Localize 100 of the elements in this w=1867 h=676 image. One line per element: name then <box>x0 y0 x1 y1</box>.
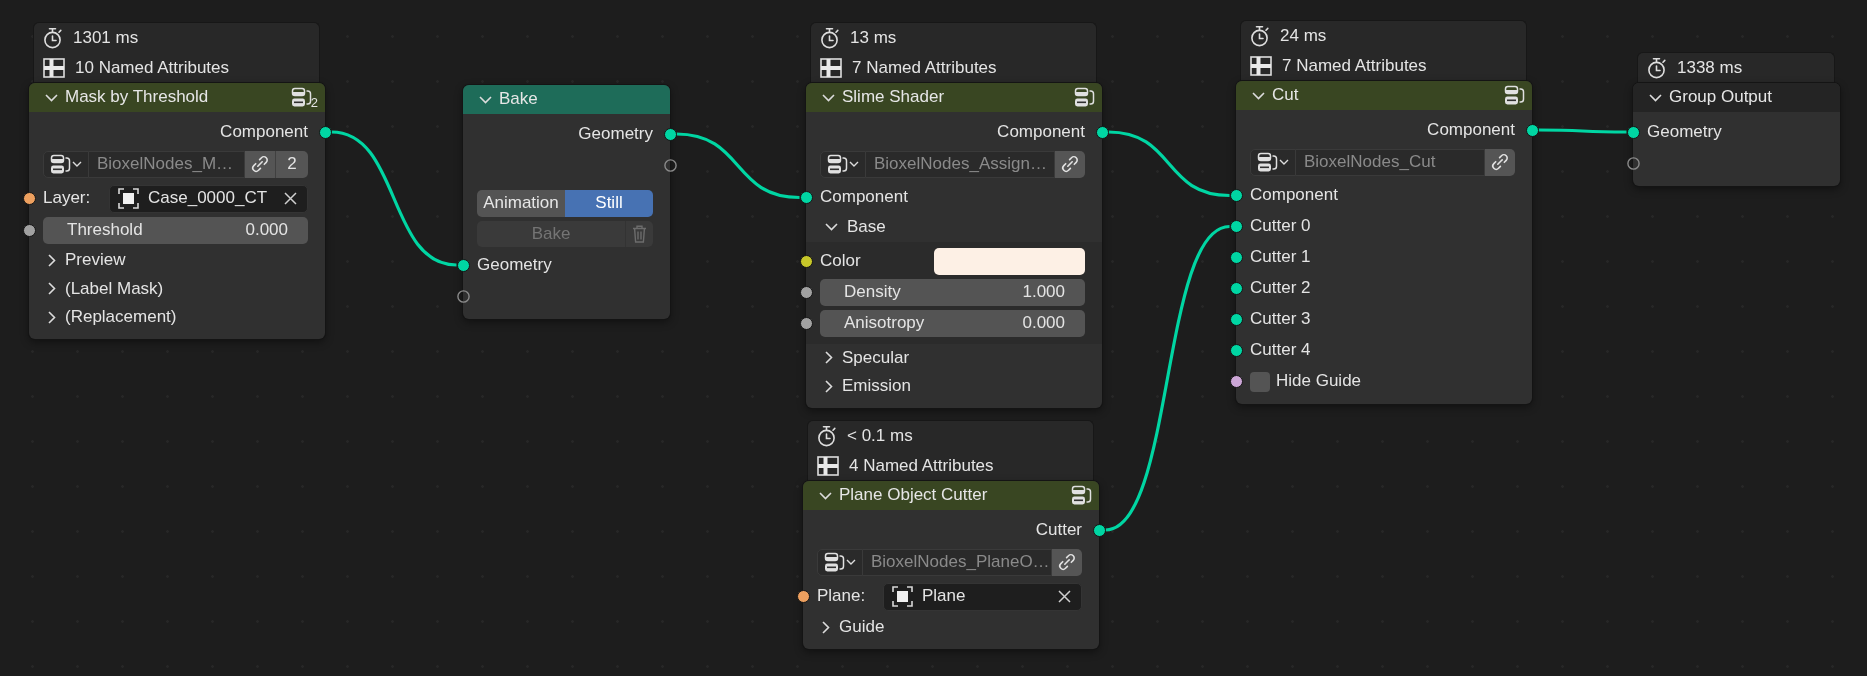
node-group-name-field[interactable]: BioxelNodes_M… <box>89 150 245 178</box>
panel-toggle[interactable]: (Replacement) <box>43 307 177 328</box>
stopwatch-icon <box>820 27 840 49</box>
node-group-icon <box>824 551 845 573</box>
node-group-name-field[interactable]: BioxelNodes_PlaneO… <box>863 548 1052 576</box>
socket-dot[interactable] <box>799 254 813 268</box>
browse-button[interactable] <box>43 150 89 178</box>
panel-toggle[interactable]: Base <box>820 217 886 238</box>
chain-link-icon <box>1057 552 1077 572</box>
execution-time: 24 ms <box>1280 25 1327 47</box>
chain-link-icon <box>1060 154 1080 174</box>
execution-time: 1301 ms <box>73 27 139 49</box>
panel-toggle[interactable]: Guide <box>817 617 885 638</box>
socket-dot[interactable] <box>1229 220 1243 233</box>
socket-dot[interactable] <box>456 258 470 272</box>
chain-link-icon <box>1490 152 1510 172</box>
panel-toggle[interactable]: (Label Mask) <box>43 278 164 299</box>
framed-square-icon <box>118 188 139 209</box>
socket-dot[interactable] <box>1095 125 1109 139</box>
field-label: Layer: <box>43 188 92 209</box>
socket-dot[interactable] <box>1229 313 1243 326</box>
connection-wire[interactable] <box>1538 128 1627 134</box>
socket-label: Component <box>1427 119 1515 141</box>
panel-toggle[interactable]: Specular <box>820 347 910 368</box>
close-icon[interactable] <box>1058 590 1071 603</box>
browse-button[interactable] <box>820 150 866 178</box>
chevron-down-icon[interactable] <box>1649 93 1662 102</box>
chevron-right-icon <box>48 310 56 324</box>
empty-socket-icon[interactable] <box>456 289 470 303</box>
color-field[interactable] <box>934 247 1085 275</box>
connection-wire[interactable] <box>676 132 800 200</box>
number-field[interactable]: Density 1.000 <box>820 278 1085 306</box>
chevron-right-icon <box>825 351 833 365</box>
chevron-right-icon <box>48 282 56 296</box>
socket-dot[interactable] <box>1626 125 1640 139</box>
node-group-icon <box>827 153 848 175</box>
chain-link-icon <box>250 154 270 174</box>
chevron-down-icon[interactable] <box>822 93 835 102</box>
connection-wire[interactable] <box>1104 225 1231 532</box>
socket-dot[interactable] <box>22 224 36 237</box>
panel-toggle[interactable]: Preview <box>43 250 126 271</box>
chevron-down-icon[interactable] <box>1252 91 1265 100</box>
segment-button[interactable]: Animation <box>477 189 565 217</box>
chevron-down-icon[interactable] <box>819 491 832 500</box>
connection-wire[interactable] <box>1108 130 1230 198</box>
empty-socket-icon[interactable] <box>663 158 677 172</box>
socket-dot[interactable] <box>1229 375 1243 388</box>
socket-dot[interactable] <box>799 285 813 299</box>
socket-dot[interactable] <box>799 316 813 330</box>
socket-label: Cutter <box>1035 519 1082 541</box>
framed-square-icon <box>892 586 913 607</box>
stopwatch-icon <box>1647 57 1667 79</box>
table-icon <box>820 58 842 78</box>
browse-button[interactable] <box>1250 148 1296 176</box>
socket-dot[interactable] <box>1229 189 1243 202</box>
attribute-count: 10 Named Attributes <box>75 57 230 79</box>
node-group-icon <box>1257 151 1278 173</box>
socket-label: Cutter 3 <box>1250 309 1311 330</box>
chevron-right-icon <box>822 620 830 634</box>
node-title: Plane Object Cutter <box>839 485 988 506</box>
socket-dot[interactable] <box>22 192 36 205</box>
number-field[interactable]: Threshold 0.000 <box>43 217 308 244</box>
socket-dot[interactable] <box>1525 123 1539 137</box>
checkbox[interactable] <box>1250 371 1270 392</box>
node-group-name-field[interactable]: BioxelNodes_Assign… <box>866 150 1055 178</box>
link-button[interactable] <box>1055 150 1085 178</box>
table-icon <box>1250 56 1272 76</box>
close-icon[interactable] <box>284 192 297 205</box>
browse-button[interactable] <box>817 548 863 576</box>
socket-dot[interactable] <box>799 191 813 204</box>
chevron-down-icon[interactable] <box>45 93 58 102</box>
link-button[interactable] <box>245 150 275 178</box>
panel-toggle[interactable]: Emission <box>820 376 911 397</box>
segment-button[interactable]: Still <box>565 189 653 217</box>
user-count-button[interactable]: 2 <box>275 150 308 178</box>
caret-icon <box>846 559 856 565</box>
attribute-count: 7 Named Attributes <box>852 57 997 79</box>
node-group-name-field[interactable]: BioxelNodes_Cut <box>1296 148 1485 176</box>
socket-dot[interactable] <box>1229 282 1243 295</box>
socket-dot[interactable] <box>1092 523 1106 537</box>
empty-socket-icon[interactable] <box>1626 156 1640 170</box>
user-count: 2 <box>310 96 318 109</box>
number-field[interactable]: Anisotropy 0.000 <box>820 309 1085 337</box>
connection-wire[interactable] <box>331 130 457 267</box>
node-group-icon[interactable] <box>290 87 312 108</box>
object-field[interactable]: Case_0000_CT <box>109 184 308 213</box>
object-field[interactable]: Plane <box>883 582 1082 611</box>
socket-dot[interactable] <box>1229 251 1243 264</box>
node-title: Bake <box>499 89 538 110</box>
socket-dot[interactable] <box>796 590 810 603</box>
delete-button[interactable] <box>625 221 653 247</box>
link-button[interactable] <box>1485 148 1515 176</box>
node-group-icon[interactable] <box>1074 87 1095 108</box>
socket-dot[interactable] <box>318 125 332 139</box>
node-group-icon[interactable] <box>1504 85 1525 106</box>
node-group-icon[interactable] <box>1071 485 1092 506</box>
socket-label: Component <box>820 187 908 208</box>
link-button[interactable] <box>1052 548 1082 576</box>
socket-dot[interactable] <box>663 127 677 141</box>
socket-dot[interactable] <box>1229 344 1243 357</box>
